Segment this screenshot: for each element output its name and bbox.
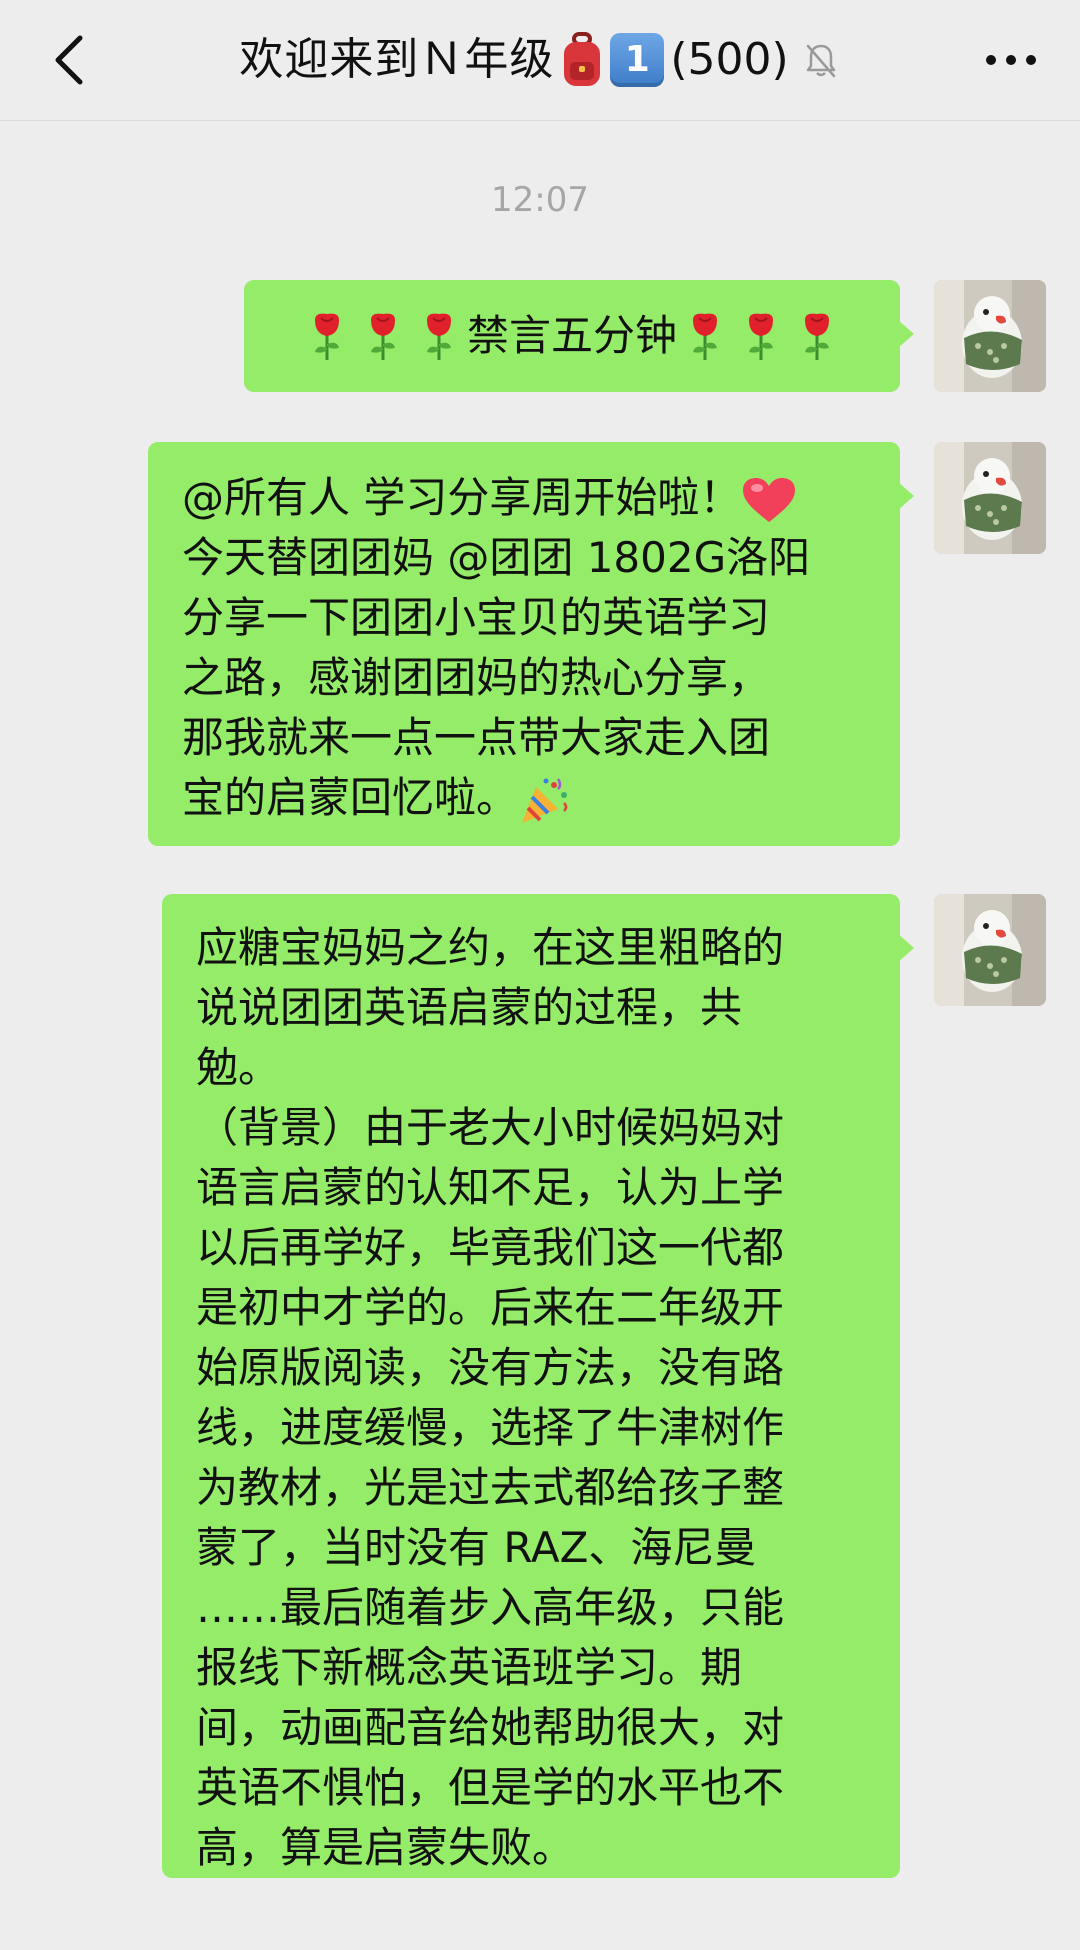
keycap-one-icon: 1: [610, 33, 665, 87]
avatar-image: [934, 280, 1046, 392]
more-dots-icon: [1026, 55, 1036, 65]
keycap-number: 1: [624, 39, 650, 80]
message-line: 语言启蒙的认知不足，认为上学: [196, 1163, 785, 1212]
party-popper-icon: [518, 775, 570, 827]
message-line: @所有人 学习分享周开始啦！: [182, 468, 866, 528]
message-row: 禁言五分钟: [244, 280, 1046, 392]
message-line: 分享一下团团小宝贝的英语学习: [182, 593, 771, 642]
chat-title[interactable]: 欢迎来到Ｎ年级 1 (500): [0, 28, 1080, 92]
message-line: 高，算是启蒙失败。: [196, 1823, 575, 1872]
rose-icon: [421, 310, 457, 362]
message-line: 说说团团英语启蒙的过程，共: [196, 983, 743, 1032]
more-button[interactable]: [966, 20, 1056, 100]
message-bubble[interactable]: 禁言五分钟: [244, 280, 914, 392]
message-line: 以后再学好，毕竟我们这一代都: [196, 1223, 785, 1272]
message-line: 报线下新概念英语班学习。期: [196, 1643, 743, 1692]
message-line: 之路，感谢团团妈的热心分享，: [182, 653, 771, 702]
message-line: 间，动画配音给她帮助很大，对: [196, 1703, 785, 1752]
chat-header: 欢迎来到Ｎ年级 1 (500): [0, 0, 1080, 121]
avatar[interactable]: [934, 442, 1046, 554]
rose-icon: [799, 310, 835, 362]
bell-slash-icon: [806, 44, 835, 78]
rose-icon: [687, 310, 723, 362]
chat-screen: 欢迎来到Ｎ年级 1 (500) 12:07 禁言五分钟 @所有人 学习分享周开始…: [0, 0, 1080, 1950]
message-timestamp: 12:07: [491, 180, 589, 220]
backpack-icon: [564, 32, 601, 86]
message-bubble[interactable]: @所有人 学习分享周开始啦！ 今天替团团妈 @团团 1802G洛阳 分享一下团团…: [148, 442, 914, 846]
avatar-image: [934, 894, 1046, 1006]
message-line: ……最后随着步入高年级，只能: [196, 1583, 785, 1632]
more-dots-icon: [986, 55, 996, 65]
avatar[interactable]: [934, 894, 1046, 1006]
heart-icon: [741, 476, 797, 526]
member-count: (500): [670, 34, 789, 85]
message-line: 勉。: [196, 1043, 281, 1092]
avatar[interactable]: [934, 280, 1046, 392]
message-line: 始原版阅读，没有方法，没有路: [196, 1343, 785, 1392]
message-line: 为教材，光是过去式都给孩子整: [196, 1463, 785, 1512]
message-line: 是初中才学的。后来在二年级开: [196, 1283, 785, 1332]
message-text: @所有人 学习分享周开始啦！: [182, 473, 742, 522]
message-line: 线，进度缓慢，选择了牛津树作: [196, 1403, 785, 1452]
message-row: @所有人 学习分享周开始啦！ 今天替团团妈 @团团 1802G洛阳 分享一下团团…: [148, 442, 1046, 846]
rose-icon: [743, 310, 779, 362]
message-text: 宝的启蒙回忆啦。: [182, 773, 519, 822]
message-line: 蒙了，当时没有 RAZ、海尼曼: [196, 1523, 757, 1572]
rose-icon: [365, 310, 401, 362]
rose-icon: [309, 310, 345, 362]
message-line: （背景）由于老大小时候妈妈对: [196, 1103, 785, 1152]
message-line: 今天替团团妈 @团团 1802G洛阳: [182, 533, 811, 582]
message-line: 应糖宝妈妈之约，在这里粗略的: [196, 923, 785, 972]
message-line: 英语不惧怕，但是学的水平也不: [196, 1763, 785, 1812]
avatar-image: [934, 442, 1046, 554]
group-name: 欢迎来到Ｎ年级: [239, 34, 555, 85]
message-row: 应糖宝妈妈之约，在这里粗略的 说说团团英语启蒙的过程，共 勉。 （背景）由于老大…: [162, 894, 1046, 1878]
message-bubble[interactable]: 应糖宝妈妈之约，在这里粗略的 说说团团英语启蒙的过程，共 勉。 （背景）由于老大…: [162, 894, 914, 1878]
message-text: 禁言五分钟: [466, 311, 677, 360]
more-dots-icon: [1006, 55, 1016, 65]
message-line: 那我就来一点一点带大家走入团: [182, 713, 771, 762]
message-line: 宝的启蒙回忆啦。: [182, 768, 866, 828]
